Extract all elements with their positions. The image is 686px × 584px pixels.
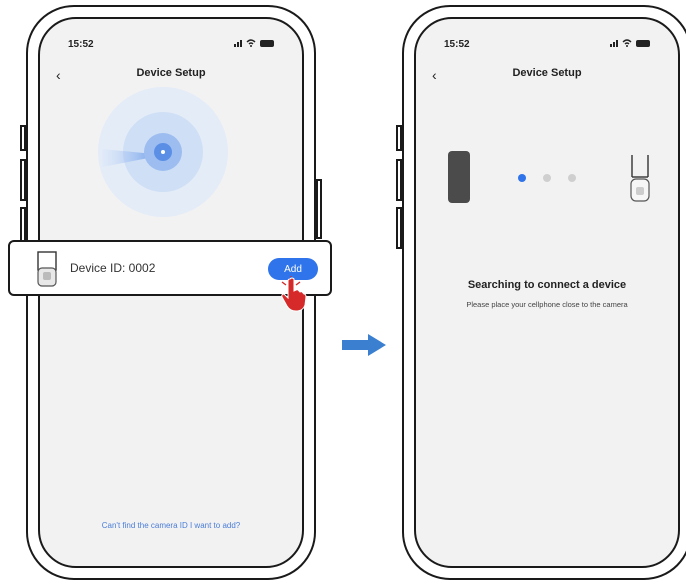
status-time: 15:52: [68, 39, 94, 50]
side-button: [396, 125, 402, 151]
device-id-label: Device ID: 0002: [70, 261, 156, 275]
wifi-icon: [622, 39, 632, 47]
progress-dot: [568, 174, 576, 182]
progress-dot: [518, 174, 526, 182]
side-button: [20, 159, 26, 201]
arrow-right-icon: [342, 334, 386, 356]
radar-dot: [161, 150, 165, 154]
camera-icon: [37, 251, 57, 287]
nav-bar: ‹ Device Setup: [40, 67, 302, 85]
progress-dot: [543, 174, 551, 182]
side-button: [396, 159, 402, 201]
side-button: [396, 207, 402, 249]
battery-icon: [636, 39, 650, 47]
search-title: Searching to connect a device: [467, 279, 627, 291]
hand-pointer-icon: [281, 276, 307, 312]
screen-right: 15:52 ‹ Device Setup Searching to connec…: [414, 17, 680, 568]
status-bar: 15:52: [68, 39, 274, 53]
wifi-icon: [246, 39, 256, 47]
nav-bar: ‹ Device Setup: [416, 67, 678, 85]
signal-icon: [234, 39, 242, 47]
side-button: [20, 125, 26, 151]
status-time: 15:52: [444, 39, 470, 50]
page-title: Device Setup: [136, 67, 206, 79]
phone-frame-right: 15:52 ‹ Device Setup Searching to connec…: [396, 5, 686, 580]
back-icon[interactable]: ‹: [432, 67, 437, 83]
battery-icon: [260, 39, 274, 47]
camera-icon: [630, 155, 650, 202]
side-button: [316, 179, 322, 239]
signal-icon: [610, 39, 618, 47]
search-subtitle: Please place your cellphone close to the…: [466, 300, 628, 309]
status-bar: 15:52: [444, 39, 650, 53]
page-title: Device Setup: [512, 67, 582, 79]
cant-find-device-link[interactable]: Can't find the camera ID I want to add?: [40, 521, 302, 530]
back-icon[interactable]: ‹: [56, 67, 61, 83]
cellphone-illustration: [448, 151, 470, 203]
